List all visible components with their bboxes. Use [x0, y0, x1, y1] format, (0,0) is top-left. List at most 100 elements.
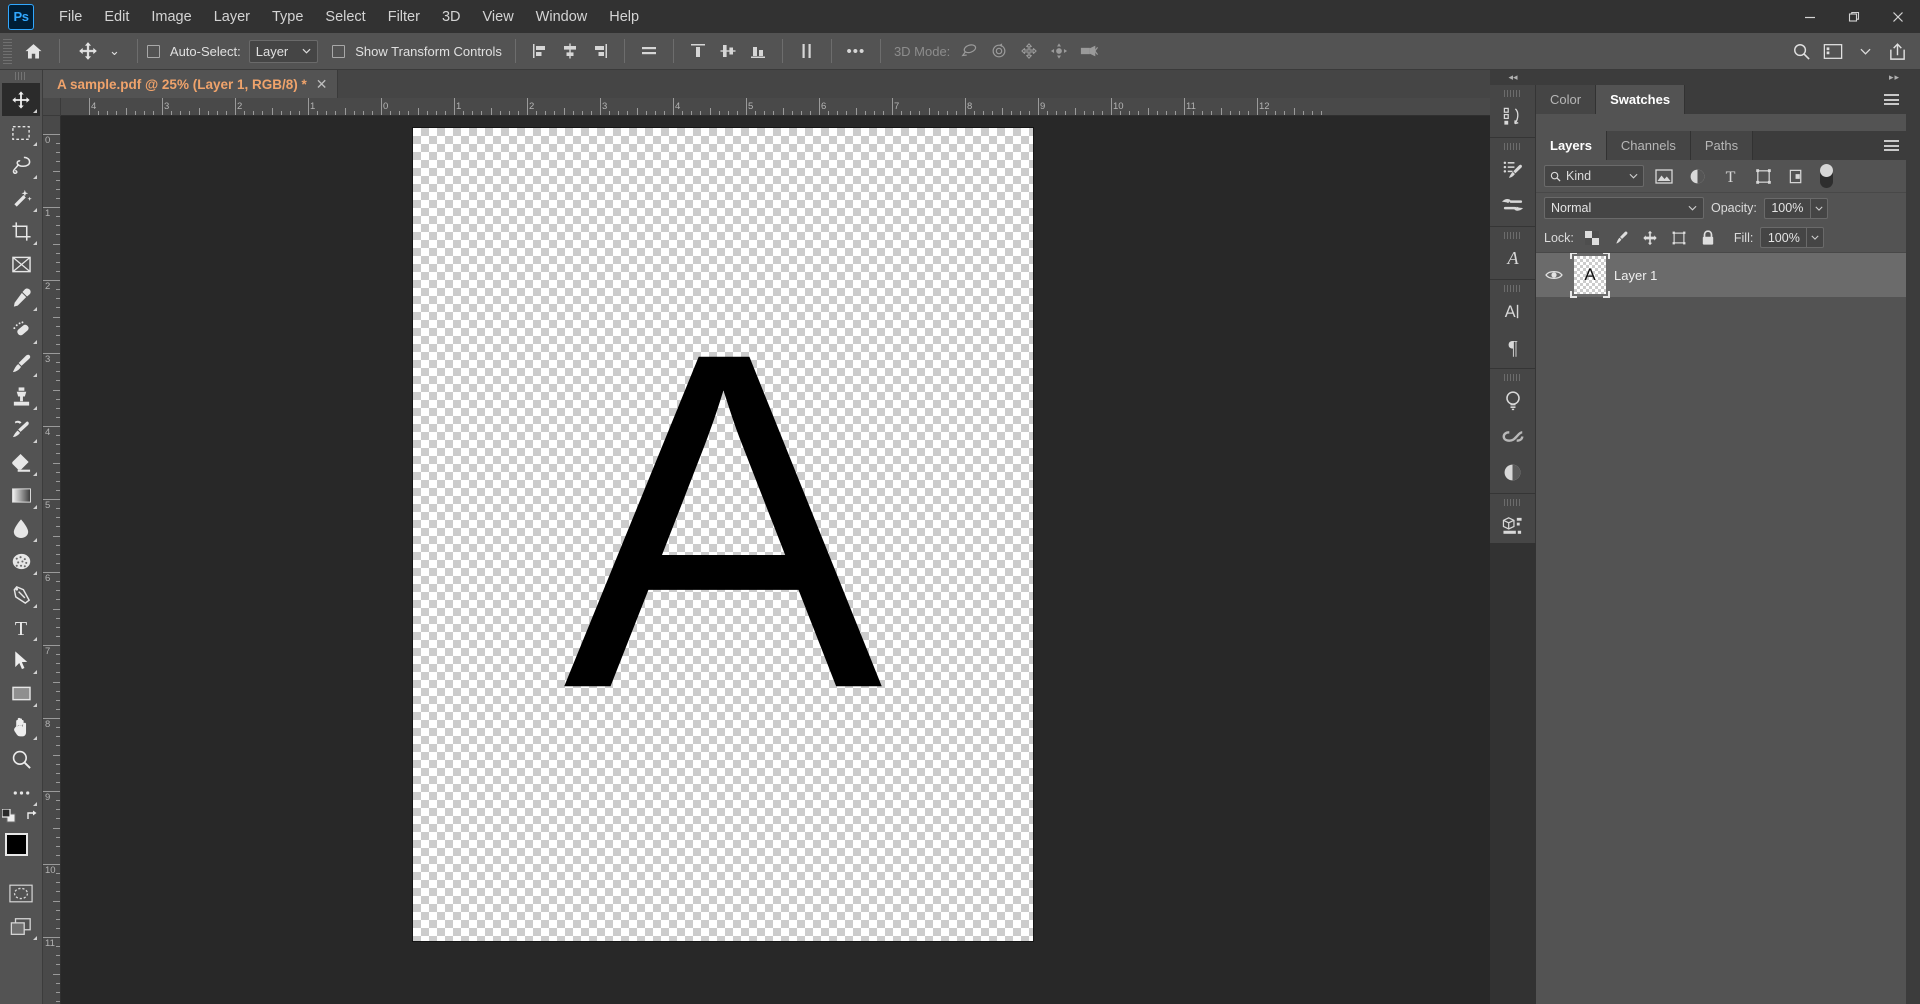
home-icon[interactable]	[16, 36, 50, 66]
align-top-edges-icon[interactable]	[683, 38, 713, 64]
color-swatches[interactable]	[2, 831, 40, 871]
auto-select-scope-dropdown[interactable]: Layer	[249, 40, 319, 63]
show-transform-checkbox[interactable]	[332, 45, 345, 58]
menu-view[interactable]: View	[472, 3, 525, 31]
distribute-horizontally-icon[interactable]	[634, 38, 664, 64]
document-tab[interactable]: A sample.pdf @ 25% (Layer 1, RGB/8) * ✕	[43, 70, 338, 98]
dodge-tool[interactable]	[2, 545, 40, 578]
type-tool[interactable]: T	[2, 611, 40, 644]
menu-layer[interactable]: Layer	[203, 3, 261, 31]
layers-panel-menu-icon[interactable]	[1876, 131, 1906, 160]
close-icon[interactable]: ✕	[316, 77, 328, 91]
dock-group-grip[interactable]	[1504, 90, 1522, 97]
libraries-icon[interactable]	[1493, 418, 1533, 454]
tab-color[interactable]: Color	[1536, 85, 1596, 114]
menu-select[interactable]: Select	[314, 3, 376, 31]
zoom-tool[interactable]	[2, 743, 40, 776]
lock-artboard-icon[interactable]	[1668, 227, 1690, 249]
filter-type-icon[interactable]: T	[1717, 164, 1743, 188]
lock-all-icon[interactable]	[1697, 227, 1719, 249]
slide-3d-icon[interactable]	[1044, 38, 1074, 64]
dock-collapse-button[interactable]: ◂◂	[1490, 70, 1536, 85]
brush-tool[interactable]	[2, 347, 40, 380]
dock-group-grip[interactable]	[1504, 232, 1522, 239]
crop-tool[interactable]	[2, 215, 40, 248]
dock-group-grip[interactable]	[1504, 499, 1522, 506]
fill-value[interactable]: 100%	[1760, 227, 1806, 248]
align-left-edges-icon[interactable]	[525, 38, 555, 64]
tab-swatches[interactable]: Swatches	[1596, 85, 1685, 114]
lasso-tool[interactable]	[2, 149, 40, 182]
dock-group-grip[interactable]	[1504, 374, 1522, 381]
pen-tool[interactable]	[2, 578, 40, 611]
align-vertical-centers-icon[interactable]	[713, 38, 743, 64]
blur-tool[interactable]	[2, 512, 40, 545]
distribute-vertically-icon[interactable]	[792, 38, 822, 64]
layer-name[interactable]: Layer 1	[1614, 268, 1657, 283]
gradient-tool[interactable]	[2, 479, 40, 512]
canvas-viewport[interactable]: A	[61, 116, 1490, 1004]
swatches-panel-body[interactable]	[1536, 114, 1906, 131]
active-tool-preview[interactable]: ⌄	[69, 37, 128, 65]
frame-tool[interactable]	[2, 248, 40, 281]
options-bar-grip[interactable]	[3, 39, 12, 64]
maximize-button[interactable]	[1832, 0, 1876, 33]
menu-filter[interactable]: Filter	[377, 3, 431, 31]
collapse-right-icon[interactable]: ▸▸	[1889, 72, 1900, 83]
edit-toolbar-tool[interactable]	[2, 776, 40, 809]
search-icon[interactable]	[1786, 38, 1816, 64]
rotate-3d-icon[interactable]	[954, 38, 984, 64]
more-options-button[interactable]: •••	[841, 38, 871, 64]
drag-3d-icon[interactable]	[1014, 38, 1044, 64]
menu-help[interactable]: Help	[598, 3, 650, 31]
panel-collapse-bar[interactable]: ▸▸	[1536, 70, 1906, 85]
3d-icon[interactable]	[1493, 507, 1533, 543]
path-selection-tool[interactable]	[2, 644, 40, 677]
vertical-ruler[interactable]: 01234567891011	[43, 116, 61, 1004]
swap-colors-icon[interactable]	[26, 809, 40, 828]
paragraph-icon[interactable]: ¶	[1493, 329, 1533, 365]
minimize-button[interactable]	[1788, 0, 1832, 33]
magic-wand-tool[interactable]	[2, 182, 40, 215]
scale-3d-icon[interactable]	[1074, 38, 1104, 64]
filter-adjustment-icon[interactable]	[1684, 164, 1710, 188]
dock-group-grip[interactable]	[1504, 143, 1522, 150]
toolbar-grip[interactable]	[15, 72, 27, 80]
tab-paths[interactable]: Paths	[1691, 131, 1753, 160]
align-bottom-edges-icon[interactable]	[743, 38, 773, 64]
menu-image[interactable]: Image	[140, 3, 202, 31]
clone-stamp-tool[interactable]	[2, 380, 40, 413]
menu-file[interactable]: File	[48, 3, 93, 31]
rectangular-marquee-tool[interactable]	[2, 116, 40, 149]
default-colors-icon[interactable]	[2, 809, 16, 828]
spot-healing-brush-tool[interactable]	[2, 314, 40, 347]
brush-settings-icon[interactable]	[1493, 151, 1533, 187]
lock-image-pixels-icon[interactable]	[1610, 227, 1632, 249]
menu-type[interactable]: Type	[261, 3, 314, 31]
filter-smart-object-icon[interactable]	[1783, 164, 1809, 188]
lock-transparency-icon[interactable]	[1581, 227, 1603, 249]
tool-preset-caret[interactable]: ⌄	[109, 43, 120, 59]
history-brush-tool[interactable]	[2, 413, 40, 446]
layer-thumbnail[interactable]: A	[1574, 256, 1606, 294]
tab-layers[interactable]: Layers	[1536, 131, 1607, 160]
blend-mode-dropdown[interactable]: Normal	[1544, 197, 1704, 219]
quick-mask-icon[interactable]	[2, 877, 40, 910]
learn-icon[interactable]	[1493, 382, 1533, 418]
fill-stepper[interactable]	[1806, 227, 1824, 248]
auto-select-checkbox[interactable]	[147, 45, 160, 58]
foreground-color-swatch[interactable]	[5, 833, 28, 856]
color-panel-menu-icon[interactable]	[1876, 85, 1906, 114]
move-tool[interactable]	[2, 83, 40, 116]
workspace-chevron-down-icon[interactable]	[1850, 38, 1880, 64]
workspace-icon[interactable]	[1818, 38, 1848, 64]
opacity-value[interactable]: 100%	[1764, 198, 1810, 219]
glyphs-icon[interactable]: A	[1493, 240, 1533, 276]
align-right-edges-icon[interactable]	[585, 38, 615, 64]
menu-3d[interactable]: 3D	[431, 3, 472, 31]
layer-list[interactable]: A Layer 1	[1536, 253, 1906, 1004]
opacity-stepper[interactable]	[1810, 198, 1828, 219]
layer-row[interactable]: A Layer 1	[1536, 253, 1906, 297]
history-icon[interactable]	[1493, 98, 1533, 134]
close-button[interactable]	[1876, 0, 1920, 33]
